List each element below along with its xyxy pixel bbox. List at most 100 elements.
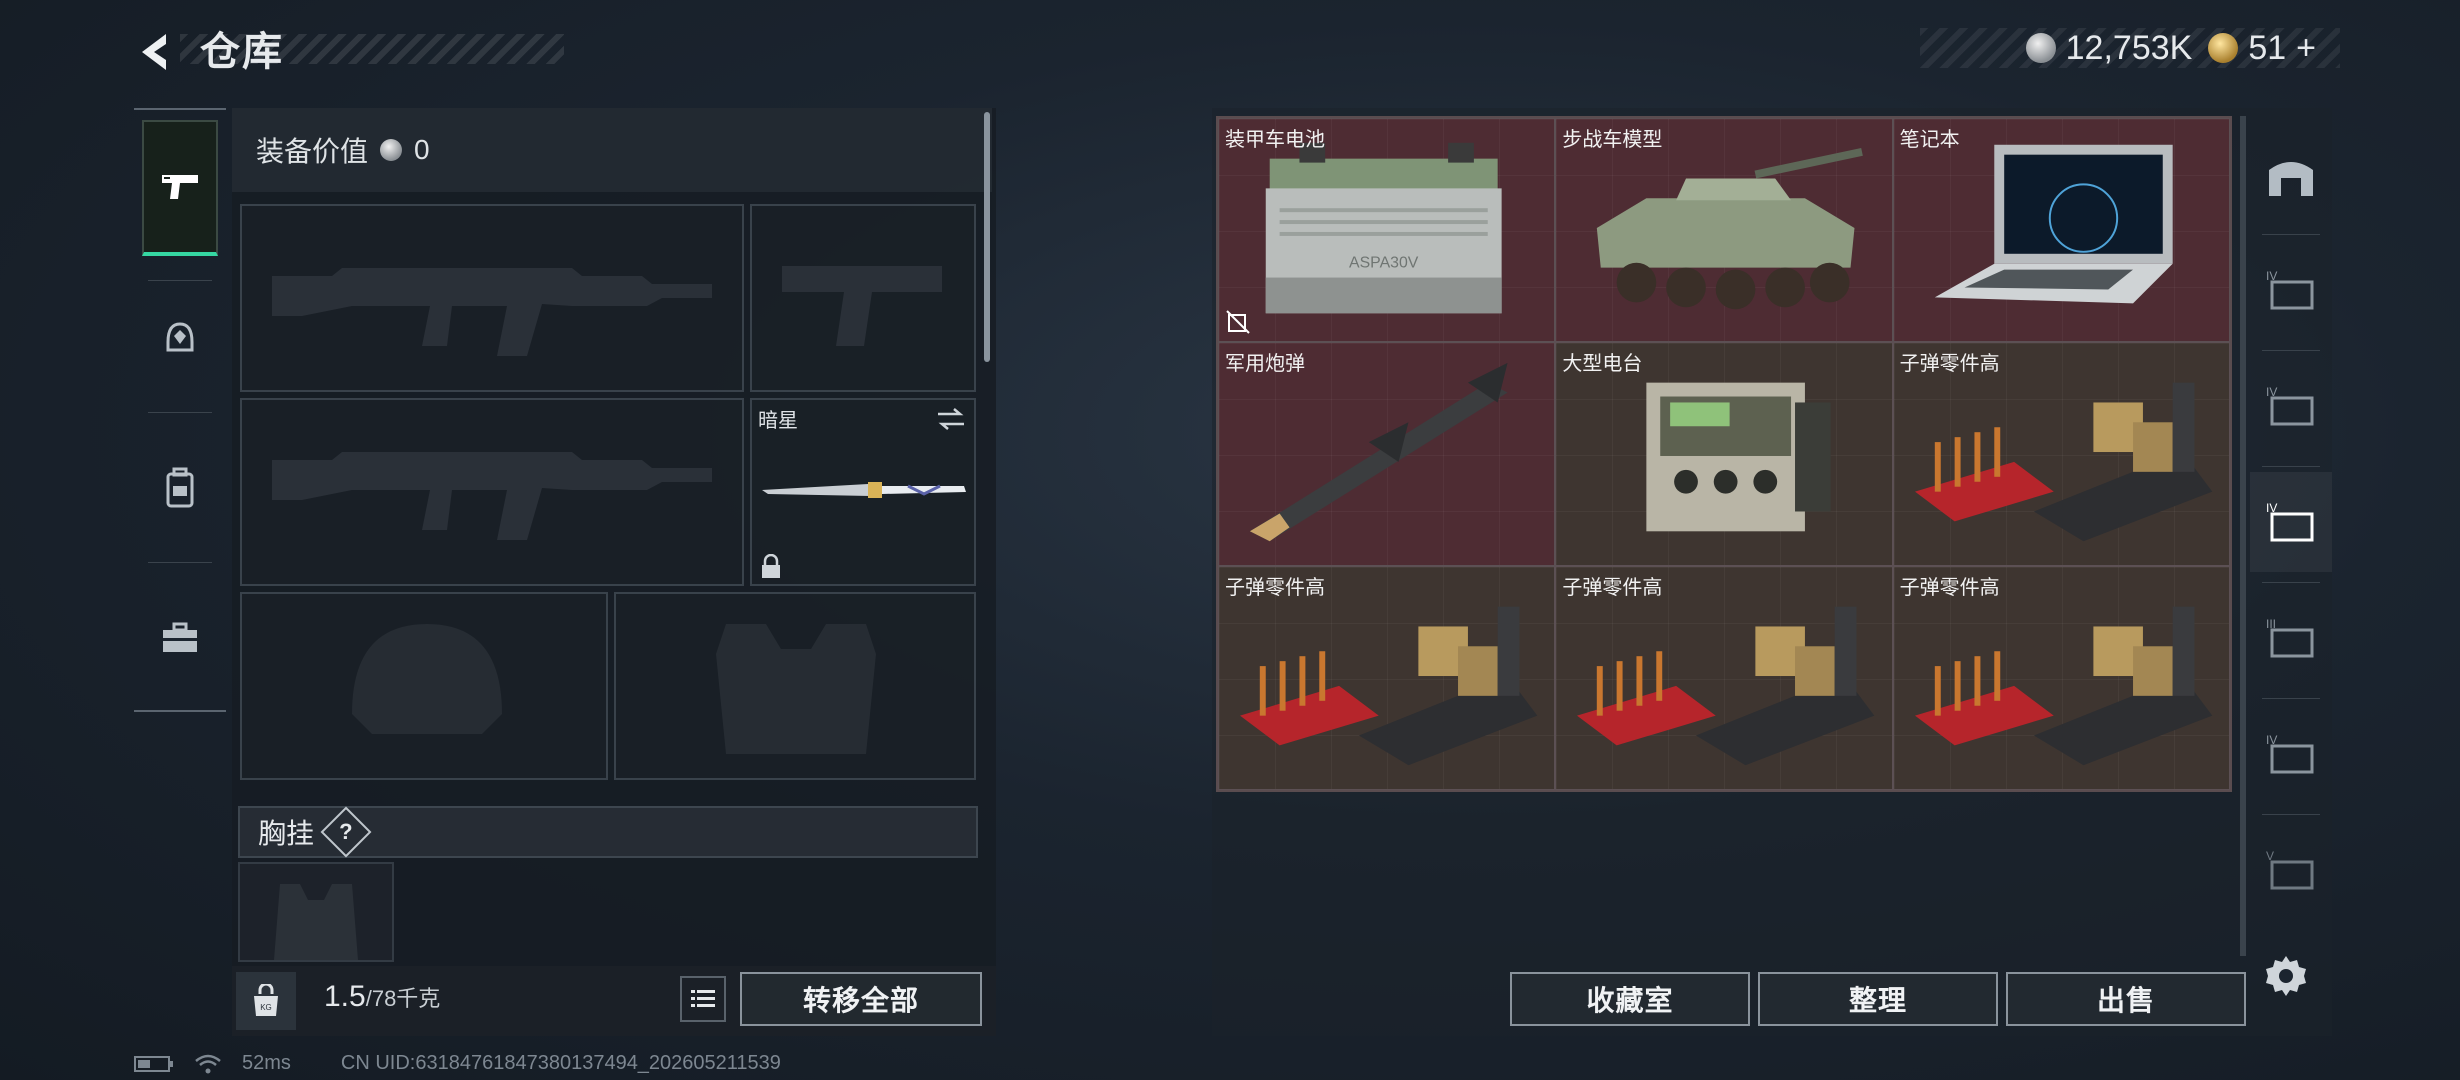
sidearm-slot[interactable] (750, 204, 976, 392)
knife-icon (762, 482, 966, 498)
swap-icon[interactable] (936, 406, 966, 432)
carry-weight-current: 1.5 (324, 980, 366, 1013)
nav-weapon[interactable] (142, 120, 218, 256)
settings-button[interactable] (2262, 952, 2310, 1000)
helmet-icon (166, 322, 194, 352)
pistol-icon (162, 175, 198, 199)
backpack-icon (166, 467, 194, 508)
transfer-all-button[interactable]: 转移全部 (740, 972, 982, 1026)
chest-rig-silhouette-icon (274, 884, 358, 960)
storage-scrollbar[interactable] (2240, 116, 2246, 956)
item-name: 步战车模型 (1562, 129, 1663, 151)
melee-item-name: 暗星 (758, 410, 798, 432)
primary-weapon-slot[interactable] (240, 204, 744, 392)
storage-tab[interactable]: V (2250, 820, 2332, 920)
item-name: 军用炮弹 (1225, 353, 1305, 375)
melee-slot[interactable]: 暗星 (750, 398, 976, 586)
chest-rig-label: 胸挂 (258, 818, 315, 849)
nav-toolbox[interactable] (142, 570, 218, 706)
back-button[interactable] (128, 24, 184, 80)
kettlebell-icon: KG (254, 984, 278, 1016)
storage-item[interactable]: 步战车模型 (1555, 118, 1893, 342)
item-name: 子弹零件高 (1899, 577, 2000, 599)
silver-currency: 12,753K (2025, 28, 2193, 68)
silver-amount: 12,753K (2065, 28, 2193, 67)
lock-icon (762, 554, 780, 578)
ping-value: 52ms (242, 1052, 291, 1074)
sell-button[interactable]: 出售 (2006, 972, 2246, 1026)
list-icon (691, 990, 715, 1007)
back-arrow-icon (142, 34, 166, 70)
ammo-parts-icon (1914, 382, 2212, 542)
storage-tab[interactable]: III (2250, 588, 2332, 688)
toolbox-icon (163, 622, 197, 652)
storage-item[interactable]: 大型电台 (1555, 342, 1893, 566)
missile-icon (1249, 362, 1508, 542)
page-title: 仓库 (200, 30, 284, 74)
laptop-icon (1934, 144, 2173, 304)
gold-currency[interactable]: 51 + (2208, 29, 2316, 68)
equipment-value-label: 装备价值 (256, 136, 369, 167)
storage-item[interactable]: 军用炮弹 (1218, 342, 1556, 566)
storage-item[interactable]: 装甲车电池 ASPA30V (1218, 118, 1556, 342)
equipment-category-nav (134, 108, 226, 712)
storage-item[interactable]: 子弹零件高 (1892, 566, 2230, 790)
storage-tab[interactable]: IV (2250, 704, 2332, 804)
system-status-bar: 52ms CN UID:6318476184738013749​4_202605… (134, 1052, 781, 1075)
item-name: 大型电台 (1562, 353, 1643, 375)
currency-bar: 12,753K 51 + (1920, 28, 2340, 68)
chest-rig-slot[interactable] (238, 862, 394, 962)
storage-item[interactable]: 子弹零件高 (1892, 342, 2230, 566)
nav-helmet[interactable] (142, 270, 218, 406)
help-icon[interactable]: ? (320, 806, 372, 858)
ammo-parts-icon (1914, 606, 2212, 766)
equipment-value-bar: 装备价值 0 (232, 108, 992, 192)
equipment-scrollbar[interactable] (984, 112, 990, 362)
organize-button[interactable]: 整理 (1758, 972, 1998, 1026)
gear-icon (2266, 956, 2306, 996)
item-name: 装甲车电池 (1225, 129, 1325, 151)
helmet-silhouette-icon (352, 624, 502, 734)
ammo-parts-icon (1239, 606, 1538, 766)
storage-tab[interactable]: IV (2250, 356, 2332, 456)
item-name: 子弹零件高 (1562, 577, 1663, 599)
nav-backpack[interactable] (142, 420, 218, 556)
chest-rig-header: 胸挂 ? (238, 806, 978, 858)
list-view-button[interactable] (680, 976, 726, 1022)
carry-weight-max: /78千克 (365, 986, 441, 1011)
item-name: 子弹零件高 (1225, 577, 1325, 599)
secondary-weapon-slot[interactable] (240, 398, 744, 586)
battery-icon: ASPA30V (1265, 142, 1502, 314)
storage-tab-vault[interactable] (2250, 126, 2332, 226)
silver-coin-icon (380, 139, 403, 161)
storage-item[interactable]: 子弹零件高 (1218, 566, 1556, 790)
storage-box-icon: V (2266, 849, 2314, 890)
gold-amount: 51 (2248, 28, 2287, 67)
not-tradable-icon (1226, 310, 1250, 334)
radio-icon (1646, 382, 1832, 532)
rifle-silhouette-icon (272, 452, 712, 540)
armor-slot[interactable] (614, 592, 976, 780)
item-name: 子弹零件高 (1899, 353, 2000, 375)
svg-text:ASPA30V: ASPA30V (1349, 255, 1419, 272)
storage-grid: 装甲车电池 ASPA30V 步战车模型 笔记本 军用炮弹 大型电台 子弹零件高 … (1216, 116, 2232, 792)
gold-add-icon[interactable]: + (2296, 29, 2316, 68)
svg-text:KG: KG (260, 1003, 272, 1012)
silver-coin-icon (2025, 33, 2056, 63)
storage-box-icon: III (2266, 617, 2314, 658)
storage-tab[interactable]: IV (2250, 240, 2332, 340)
storage-item[interactable]: 笔记本 (1892, 118, 2230, 342)
storage-box-icon: IV (2266, 385, 2314, 426)
vault-icon (2269, 162, 2313, 196)
storage-tab-active[interactable]: IV (2250, 472, 2332, 572)
weight-icon-box: KG (236, 972, 296, 1030)
storage-item[interactable]: 子弹零件高 (1555, 566, 1893, 790)
collection-room-button[interactable]: 收藏室 (1510, 972, 1750, 1026)
equipment-value: 0 (414, 134, 430, 165)
wifi-icon (195, 1054, 221, 1073)
pistol-silhouette-icon (782, 266, 942, 346)
helmet-slot[interactable] (240, 592, 608, 780)
battery-status-icon (134, 1055, 173, 1072)
item-name: 笔记本 (1899, 129, 1960, 151)
carry-weight: 1.5/78千克 (324, 980, 440, 1014)
